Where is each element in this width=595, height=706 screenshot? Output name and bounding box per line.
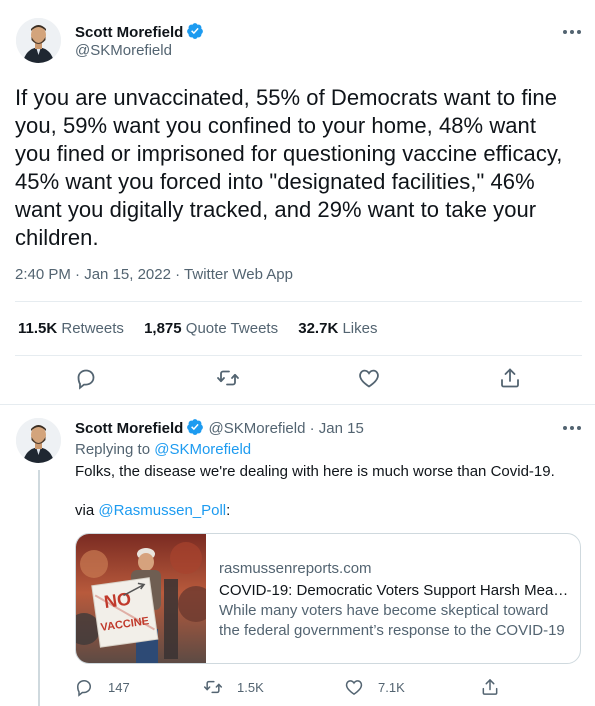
- tweet-stats: 11.5K Retweets 1,875 Quote Tweets 32.7K …: [18, 320, 393, 337]
- retweet-count: 1.5K: [237, 679, 264, 695]
- reply-share-button[interactable]: [480, 676, 514, 698]
- replying-to: Replying to @SKMorefield: [75, 441, 251, 458]
- likes-count: 32.7K: [298, 320, 339, 337]
- reply-author-avatar[interactable]: [16, 418, 61, 463]
- reply-header: Scott Morefield @SKMorefield · Jan 15: [75, 418, 364, 437]
- retweet-icon: [203, 680, 223, 694]
- divider: [15, 301, 582, 302]
- card-domain: rasmussenreports.com: [219, 560, 372, 577]
- replying-to-label: Replying to: [75, 441, 151, 458]
- retweets-count: 11.5K: [18, 320, 58, 337]
- reply-more-options-icon[interactable]: [562, 420, 584, 434]
- like-icon: [345, 680, 363, 695]
- reply-text: Folks, the disease we're dealing with he…: [75, 463, 555, 480]
- section-divider: [0, 404, 595, 405]
- share-icon: [482, 679, 498, 695]
- via-label: via: [75, 502, 95, 519]
- like-count: 7.1K: [378, 679, 405, 695]
- meta-separator: ·: [309, 420, 315, 437]
- divider: [15, 355, 582, 356]
- share-icon[interactable]: [498, 366, 524, 392]
- tweet-time[interactable]: 2:40 PM: [15, 266, 71, 283]
- reply-author-handle[interactable]: @SKMorefield: [209, 420, 306, 437]
- verified-badge-icon: [187, 23, 204, 39]
- card-body: rasmussenreports.com COVID-19: Democrati…: [219, 559, 569, 641]
- replying-to-link[interactable]: @SKMorefield: [154, 441, 251, 458]
- reply-icon[interactable]: [74, 366, 100, 392]
- tweet-metadata: 2:40 PM · Jan 15, 2022 · Twitter Web App: [15, 266, 293, 283]
- meta-separator: ·: [175, 266, 185, 283]
- card-description: While many voters have become skeptical …: [219, 602, 565, 639]
- reply-like-button[interactable]: 7.1K: [344, 676, 405, 698]
- reply-author-name[interactable]: Scott Morefield: [75, 420, 183, 437]
- likes-label: Likes: [342, 320, 378, 337]
- reply-actions: 147 1.5K 7.1K: [0, 676, 595, 698]
- quote-tweets-label: Quote Tweets: [185, 320, 279, 337]
- author-handle[interactable]: @SKMorefield: [75, 42, 172, 59]
- more-options-icon[interactable]: [562, 24, 584, 38]
- quote-tweets-stat[interactable]: 1,875 Quote Tweets: [144, 320, 278, 337]
- like-icon[interactable]: [357, 366, 383, 392]
- retweets-stat[interactable]: 11.5K Retweets: [18, 320, 124, 337]
- reply-count: 147: [108, 679, 130, 695]
- card-image: NO VACCINE: [76, 534, 214, 663]
- author-name-text[interactable]: Scott Morefield: [75, 24, 183, 41]
- tweet-text: If you are unvaccinated, 55% of Democrat…: [15, 85, 563, 250]
- via-suffix: :: [226, 502, 231, 519]
- reply-retweet-button[interactable]: 1.5K: [203, 676, 264, 698]
- retweet-icon[interactable]: [216, 366, 242, 392]
- tweet-source: Twitter Web App: [184, 266, 293, 283]
- verified-badge-icon: [187, 419, 204, 435]
- via-line: via @Rasmussen_Poll:: [75, 502, 230, 519]
- quote-tweets-count: 1,875: [144, 320, 182, 337]
- likes-stat[interactable]: 32.7K Likes: [298, 320, 377, 337]
- thread-connector-line: [38, 470, 40, 706]
- reply-date[interactable]: Jan 15: [319, 420, 364, 437]
- reply-reply-button[interactable]: 147: [74, 676, 130, 698]
- tweet-date[interactable]: Jan 15, 2022: [84, 266, 171, 283]
- meta-separator: ·: [75, 266, 85, 283]
- via-handle-link[interactable]: @Rasmussen_Poll: [98, 502, 226, 519]
- link-preview-card[interactable]: NO VACCINE rasmussenreports.com COVID-19…: [75, 533, 581, 664]
- author-avatar[interactable]: [16, 18, 61, 63]
- retweets-label: Retweets: [61, 320, 124, 337]
- tweet-actions: [0, 366, 595, 392]
- card-title: COVID-19: Democratic Voters Support Hars…: [219, 582, 569, 599]
- author-name[interactable]: Scott Morefield: [75, 22, 204, 41]
- reply-icon: [76, 679, 92, 697]
